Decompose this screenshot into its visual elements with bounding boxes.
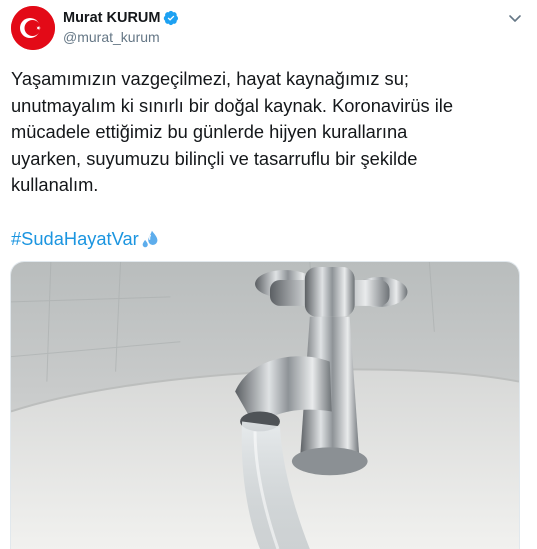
hashtag-link[interactable]: #SudaHayatVar bbox=[11, 228, 139, 250]
turkish-flag-icon bbox=[11, 6, 55, 50]
chevron-down-icon[interactable] bbox=[507, 10, 523, 26]
avatar[interactable] bbox=[11, 6, 55, 50]
media-video-thumbnail[interactable] bbox=[10, 261, 520, 549]
tweet-text: Yaşamımızın vazgeçilmezi, hayat kaynağım… bbox=[11, 68, 453, 195]
display-name[interactable]: Murat KURUM bbox=[63, 10, 160, 26]
faucet-image bbox=[11, 262, 519, 549]
sweat-droplets-icon bbox=[142, 230, 158, 248]
hashtag-row: #SudaHayatVar bbox=[11, 226, 162, 252]
verified-badge-icon bbox=[164, 10, 179, 26]
tweet: Murat KURUM @murat_kurum Yaşamımızın vaz… bbox=[0, 0, 537, 549]
handle[interactable]: @murat_kurum bbox=[63, 29, 160, 45]
author-name-row[interactable]: Murat KURUM bbox=[63, 9, 179, 27]
